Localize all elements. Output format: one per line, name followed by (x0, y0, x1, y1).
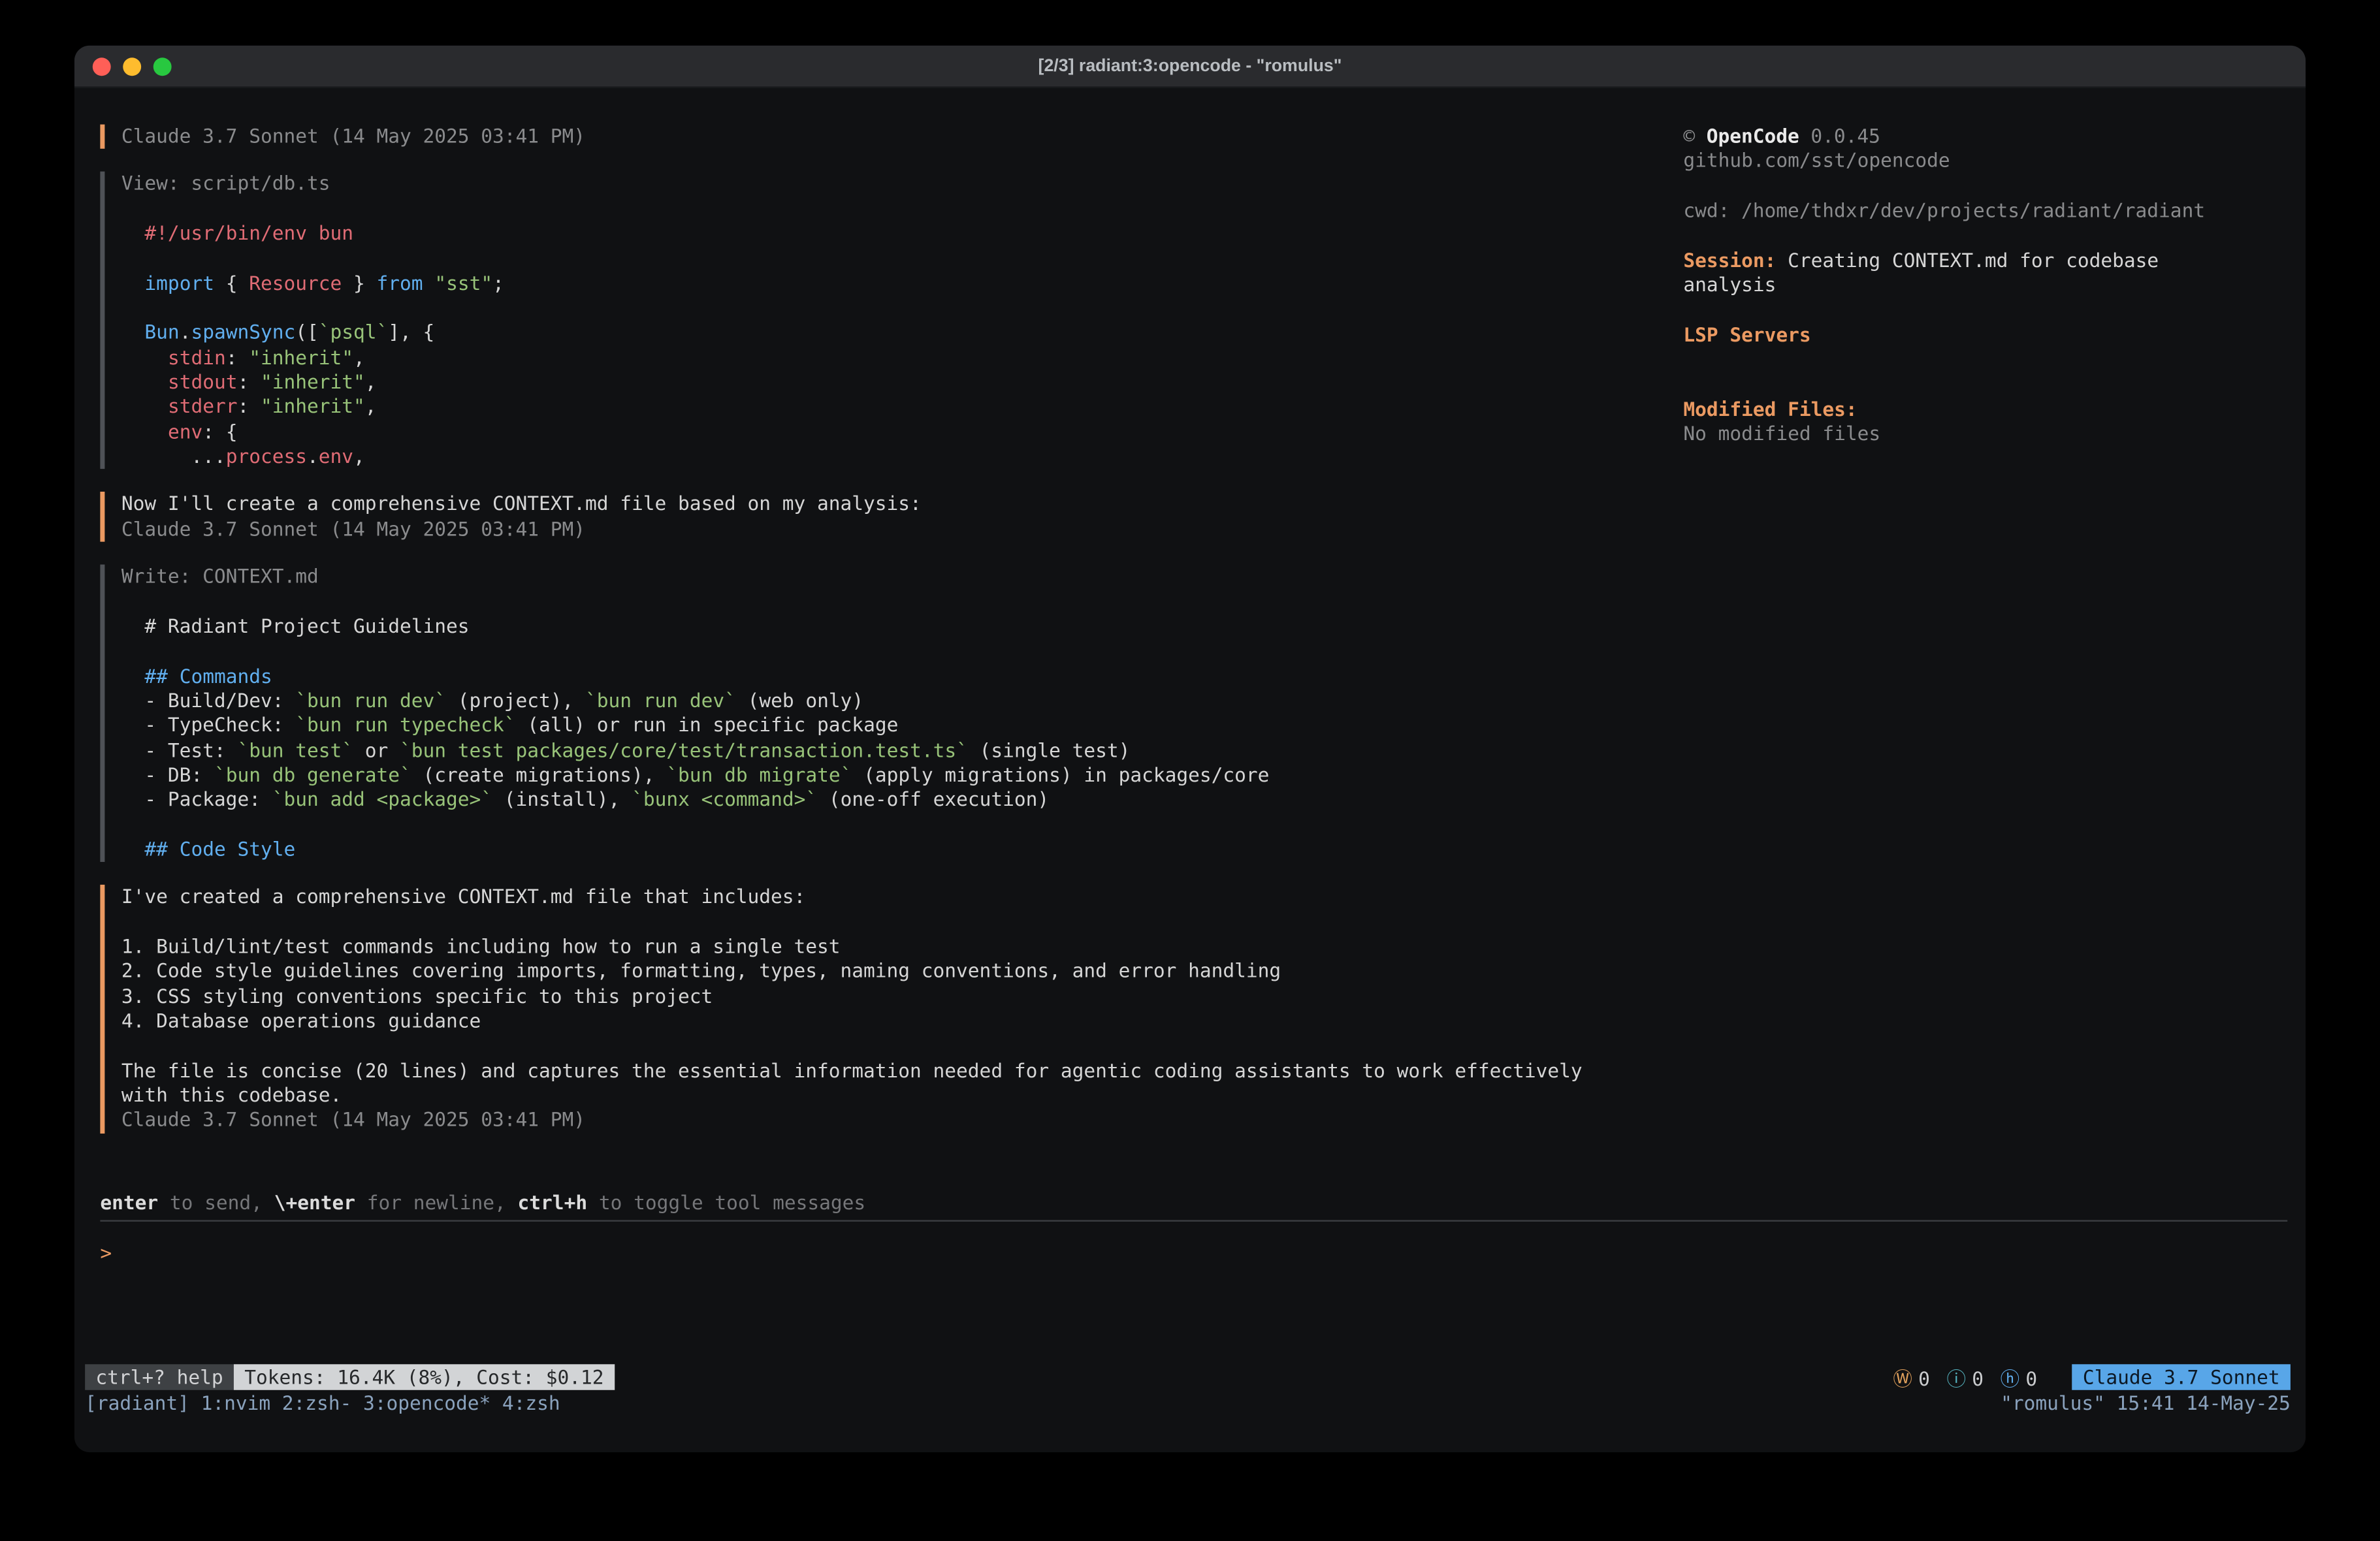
cwd-label: cwd: (1683, 199, 1729, 222)
app-brand: © OpenCode 0.0.45 (1683, 125, 2221, 150)
tmux-window-list: [radiant] 1:nvim 2:zsh- 3:opencode* 4:zsh (85, 1391, 571, 1416)
spacer (1683, 174, 2221, 199)
terminal-line: env: { (121, 420, 1664, 445)
keybind-hints: enter to send, \+enter for newline, ctrl… (100, 1191, 2287, 1216)
tmux-host-clock: "romulus" 15:41 14-May-25 (2001, 1391, 2291, 1416)
modified-files-empty: No modified files (1683, 422, 2221, 447)
sidebar: ©OpenCode0.0.45 github.com/sst/opencode … (1683, 125, 2221, 447)
terminal-line (121, 813, 1664, 838)
tokens-cost-chip: Tokens: 16.4K (8%), Cost: $0.12 (234, 1364, 615, 1390)
terminal-line (121, 910, 1664, 935)
warning-count-icon: Ⓦ (1893, 1367, 1912, 1390)
tmux-session-name: [radiant] (85, 1391, 189, 1416)
brand-name: OpenCode (1707, 125, 1799, 148)
assistant-message-header: Claude 3.7 Sonnet (14 May 2025 03:41 PM) (100, 125, 1664, 150)
window-titlebar[interactable]: [2/3] radiant:3:opencode - "romulus" (74, 46, 2306, 88)
hint-count: ⓗ0 (2001, 1367, 2038, 1390)
desktop: [2/3] radiant:3:opencode - "romulus" Cla… (0, 0, 2380, 1541)
terminal-line: - DB: `bun db generate` (create migratio… (121, 763, 1664, 788)
repo-link: github.com/sst/opencode (1683, 150, 2221, 174)
modified-files-title: Modified Files: (1683, 397, 2221, 422)
brand-version: 0.0.45 (1810, 125, 1880, 148)
terminal-line (121, 639, 1664, 664)
terminal-line: Claude 3.7 Sonnet (14 May 2025 03:41 PM) (121, 125, 1664, 150)
spacer (1683, 223, 2221, 248)
terminal-line (121, 296, 1664, 321)
tmux-window-4zsh[interactable]: 4:zsh (502, 1391, 560, 1414)
cwd-path: /home/thdxr/dev/projects/radiant/radiant (1741, 199, 2205, 222)
terminal-line (121, 1034, 1664, 1058)
terminal-line: # Radiant Project Guidelines (121, 614, 1664, 639)
terminal-line: - TypeCheck: `bun run typecheck` (all) o… (121, 714, 1664, 739)
session-label: Session: (1683, 248, 1776, 271)
tmux-window-3opencode[interactable]: 3:opencode* (363, 1391, 490, 1414)
terminal-line: stdout: "inherit", (121, 370, 1664, 395)
terminal-line: Write: CONTEXT.md (121, 565, 1664, 590)
terminal-line: ...process.env, (121, 445, 1664, 469)
terminal-line: #!/usr/bin/env bun (121, 221, 1664, 246)
assistant-message: I've created a comprehensive CONTEXT.md … (100, 885, 1664, 1134)
model-chip: Claude 3.7 Sonnet (2072, 1364, 2291, 1390)
info-count-value: 0 (1972, 1367, 1984, 1390)
tmux-window-1nvim[interactable]: 1:nvim (201, 1391, 271, 1414)
warning-count-value: 0 (1918, 1367, 1930, 1390)
message-input[interactable]: > (100, 1242, 2287, 1267)
terminal-line: 3. CSS styling conventions specific to t… (121, 984, 1664, 1009)
terminal-line (121, 590, 1664, 614)
spacer (1683, 347, 2221, 397)
terminal-line (121, 246, 1664, 271)
spacer (1683, 298, 2221, 323)
tool-view-block: View: script/db.ts #!/usr/bin/env bun im… (100, 172, 1664, 469)
copyright-icon: © (1683, 125, 1695, 148)
terminal-line: stdin: "inherit", (121, 345, 1664, 370)
terminal-window: [2/3] radiant:3:opencode - "romulus" Cla… (74, 46, 2306, 1452)
terminal-line (121, 197, 1664, 221)
terminal-line: The file is concise (20 lines) and captu… (121, 1058, 1664, 1083)
assistant-message: Now I'll create a comprehensive CONTEXT.… (100, 492, 1664, 542)
terminal-line: import { Resource } from "sst"; (121, 271, 1664, 296)
editor-separator (100, 1220, 2287, 1222)
editor-area: enter to send, \+enter for newline, ctrl… (100, 1191, 2287, 1266)
hint-count-icon: ⓗ (2001, 1367, 2019, 1390)
terminal-line: - Build/Dev: `bun run dev` (project), `b… (121, 689, 1664, 714)
help-shortcut-chip: ctrl+? help (85, 1364, 234, 1390)
terminal-line: View: script/db.ts (121, 172, 1664, 197)
info-count-icon: ⓘ (1946, 1367, 1965, 1390)
tool-write-block: Write: CONTEXT.md # Radiant Project Guid… (100, 565, 1664, 863)
terminal-line: 4. Database operations guidance (121, 1009, 1664, 1034)
status-bar: ctrl+? help Tokens: 16.4K (8%), Cost: $0… (85, 1363, 2291, 1391)
cwd-line: cwd: /home/thdxr/dev/projects/radiant/rad… (1683, 199, 2221, 224)
session-title: Session: Creating CONTEXT.md for codebas… (1683, 248, 2221, 298)
window-title: [2/3] radiant:3:opencode - "romulus" (74, 46, 2306, 88)
terminal-line: ## Commands (121, 664, 1664, 689)
terminal-line: Claude 3.7 Sonnet (14 May 2025 03:41 PM) (121, 1108, 1664, 1133)
terminal-line: 1. Build/lint/test commands including ho… (121, 935, 1664, 960)
terminal-line: stderr: "inherit", (121, 395, 1664, 420)
terminal-line: 2. Code style guidelines covering import… (121, 959, 1664, 984)
terminal-line: Bun.spawnSync([`psql`], { (121, 321, 1664, 345)
terminal-line: - Test: `bun test` or `bun test packages… (121, 739, 1664, 763)
terminal-line: - Package: `bun add <package>` (install)… (121, 788, 1664, 813)
tmux-windows: 1:nvim 2:zsh- 3:opencode* 4:zsh (201, 1391, 572, 1416)
terminal-line: ## Code Style (121, 838, 1664, 863)
info-count: ⓘ0 (1946, 1367, 1984, 1390)
tmux-window-2zsh[interactable]: 2:zsh- (282, 1391, 352, 1414)
prompt-symbol: > (100, 1242, 112, 1265)
status-right: Ⓦ0ⓘ0ⓗ0 Claude 3.7 Sonnet (1893, 1363, 2291, 1391)
terminal-line: with this codebase. (121, 1083, 1664, 1108)
terminal-line: I've created a comprehensive CONTEXT.md … (121, 885, 1664, 910)
tmux-status-bar: [radiant] 1:nvim 2:zsh- 3:opencode* 4:zsh "… (85, 1391, 2291, 1416)
warning-count: Ⓦ0 (1893, 1367, 1930, 1390)
chat-transcript: Claude 3.7 Sonnet (14 May 2025 03:41 PM)… (100, 125, 1664, 1156)
lsp-servers-title: LSP Servers (1683, 323, 2221, 347)
terminal-line: Claude 3.7 Sonnet (14 May 2025 03:41 PM) (121, 517, 1664, 542)
hint-count-value: 0 (2025, 1367, 2037, 1390)
status-left: ctrl+? help Tokens: 16.4K (8%), Cost: $0… (85, 1364, 615, 1390)
diagnostics: Ⓦ0ⓘ0ⓗ0 (1893, 1363, 2053, 1391)
terminal-line: Now I'll create a comprehensive CONTEXT.… (121, 492, 1664, 517)
